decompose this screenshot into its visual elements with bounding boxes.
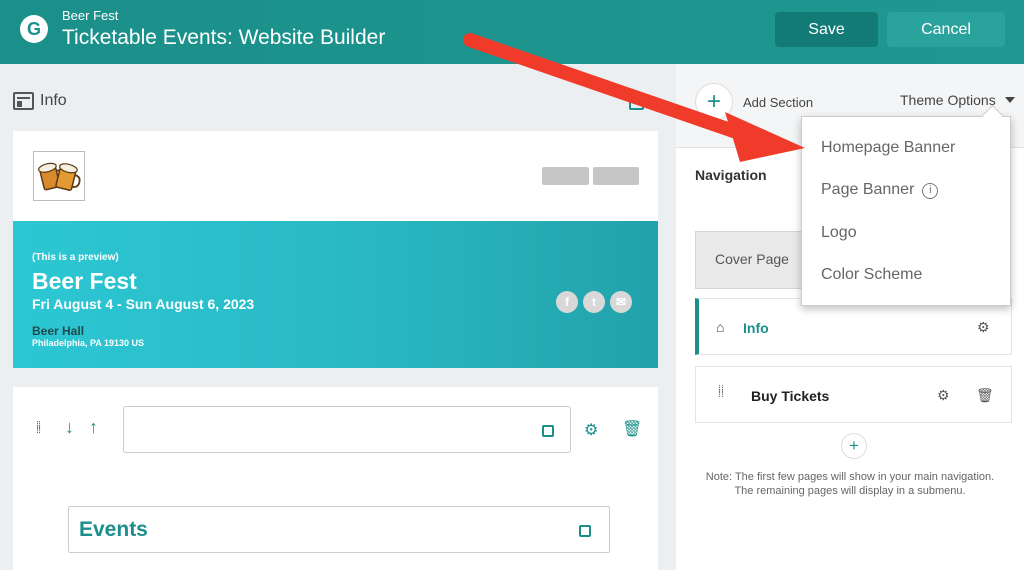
banner-title: Beer Fest (32, 268, 137, 294)
page-heading-label: Info (40, 92, 67, 109)
info-icon[interactable]: i (922, 183, 939, 199)
navigation-heading: Navigation (695, 167, 767, 183)
move-down-icon[interactable]: ↓ (65, 417, 74, 438)
events-heading: Events (79, 518, 148, 541)
menu-item-logo[interactable]: Logo (821, 224, 857, 242)
gear-icon[interactable]: ⚙ (937, 387, 950, 404)
trash-icon[interactable]: 🗑 (622, 419, 642, 439)
menu-item-label: Page Banner (821, 181, 915, 198)
nav-item-info[interactable]: ⌂ Info ⚙ (695, 298, 1012, 355)
drag-handle-icon[interactable]: ⁞⁞ ⁞⁞ (36, 421, 46, 436)
nav-item-label: Buy Tickets (751, 388, 830, 404)
theme-options-menu: Homepage Banner Page Banner i Logo Color … (801, 116, 1011, 306)
event-name: Beer Fest (62, 8, 119, 23)
page-title: Ticketable Events: Website Builder (62, 26, 386, 49)
email-icon[interactable]: ✉ (610, 291, 632, 313)
add-section-button[interactable]: Add Section (743, 95, 813, 110)
event-logo-image[interactable] (33, 151, 85, 201)
home-icon: ⌂ (716, 319, 725, 335)
cover-page-label: Cover Page (715, 251, 789, 267)
homepage-banner-preview[interactable]: (This is a preview) Beer Fest Fri August… (13, 221, 658, 368)
site-header-preview (13, 131, 658, 221)
banner-venue: Beer Hall (32, 324, 85, 338)
add-page-button[interactable]: + (841, 433, 867, 459)
open-external-icon[interactable] (629, 95, 644, 110)
theme-options-button[interactable]: Theme Options (900, 92, 996, 108)
cancel-button[interactable]: Cancel (887, 12, 1005, 47)
nav-placeholder-pill (542, 167, 589, 185)
trash-icon[interactable]: 🗑 (976, 387, 994, 404)
menu-item-homepage-banner[interactable]: Homepage Banner (821, 139, 955, 157)
note-line: Note: The first few pages will show in y… (705, 471, 995, 483)
drag-handle-icon[interactable]: ⁞⁞ ⁞⁞ (718, 385, 724, 400)
gear-icon[interactable]: ⚙ (977, 319, 990, 336)
preview-note: (This is a preview) (32, 252, 119, 263)
section-block: ⁞⁞ ⁞⁞ ↓ ↑ ⚙ 🗑 Events (13, 387, 658, 570)
banner-dates: Fri August 4 - Sun August 6, 2023 (32, 296, 255, 312)
app-logo-icon: G (20, 15, 48, 43)
gear-icon[interactable]: ⚙ (584, 420, 598, 440)
nav-item-buy-tickets[interactable]: ⁞⁞ ⁞⁞ Buy Tickets ⚙ 🗑 (695, 366, 1012, 423)
chevron-down-icon[interactable] (1005, 97, 1015, 103)
menu-item-page-banner[interactable]: Page Banner i (821, 181, 939, 199)
banner-address: Philadelphia, PA 19130 US (32, 338, 145, 348)
menu-item-color-scheme[interactable]: Color Scheme (821, 266, 922, 284)
twitter-icon[interactable]: t (583, 291, 605, 313)
section-title-field[interactable] (123, 406, 571, 453)
navigation-note: Note: The first few pages will show in y… (676, 470, 1024, 498)
facebook-icon[interactable]: f (556, 291, 578, 313)
save-button[interactable]: Save (775, 12, 878, 47)
events-section[interactable]: Events (68, 506, 610, 553)
nav-placeholder-pill (593, 167, 639, 185)
edit-icon[interactable] (579, 525, 591, 537)
move-up-icon[interactable]: ↑ (89, 417, 98, 438)
app-header: G Beer Fest Ticketable Events: Website B… (0, 0, 1024, 64)
nav-item-label: Info (743, 320, 769, 336)
edit-icon[interactable] (542, 425, 554, 437)
add-section-icon[interactable]: + (695, 83, 733, 121)
page-editor: Info (This is a preview) Beer Fest Fri A… (0, 64, 676, 570)
page-layout-icon (13, 92, 34, 110)
note-line: The remaining pages will display in a su… (734, 485, 966, 497)
